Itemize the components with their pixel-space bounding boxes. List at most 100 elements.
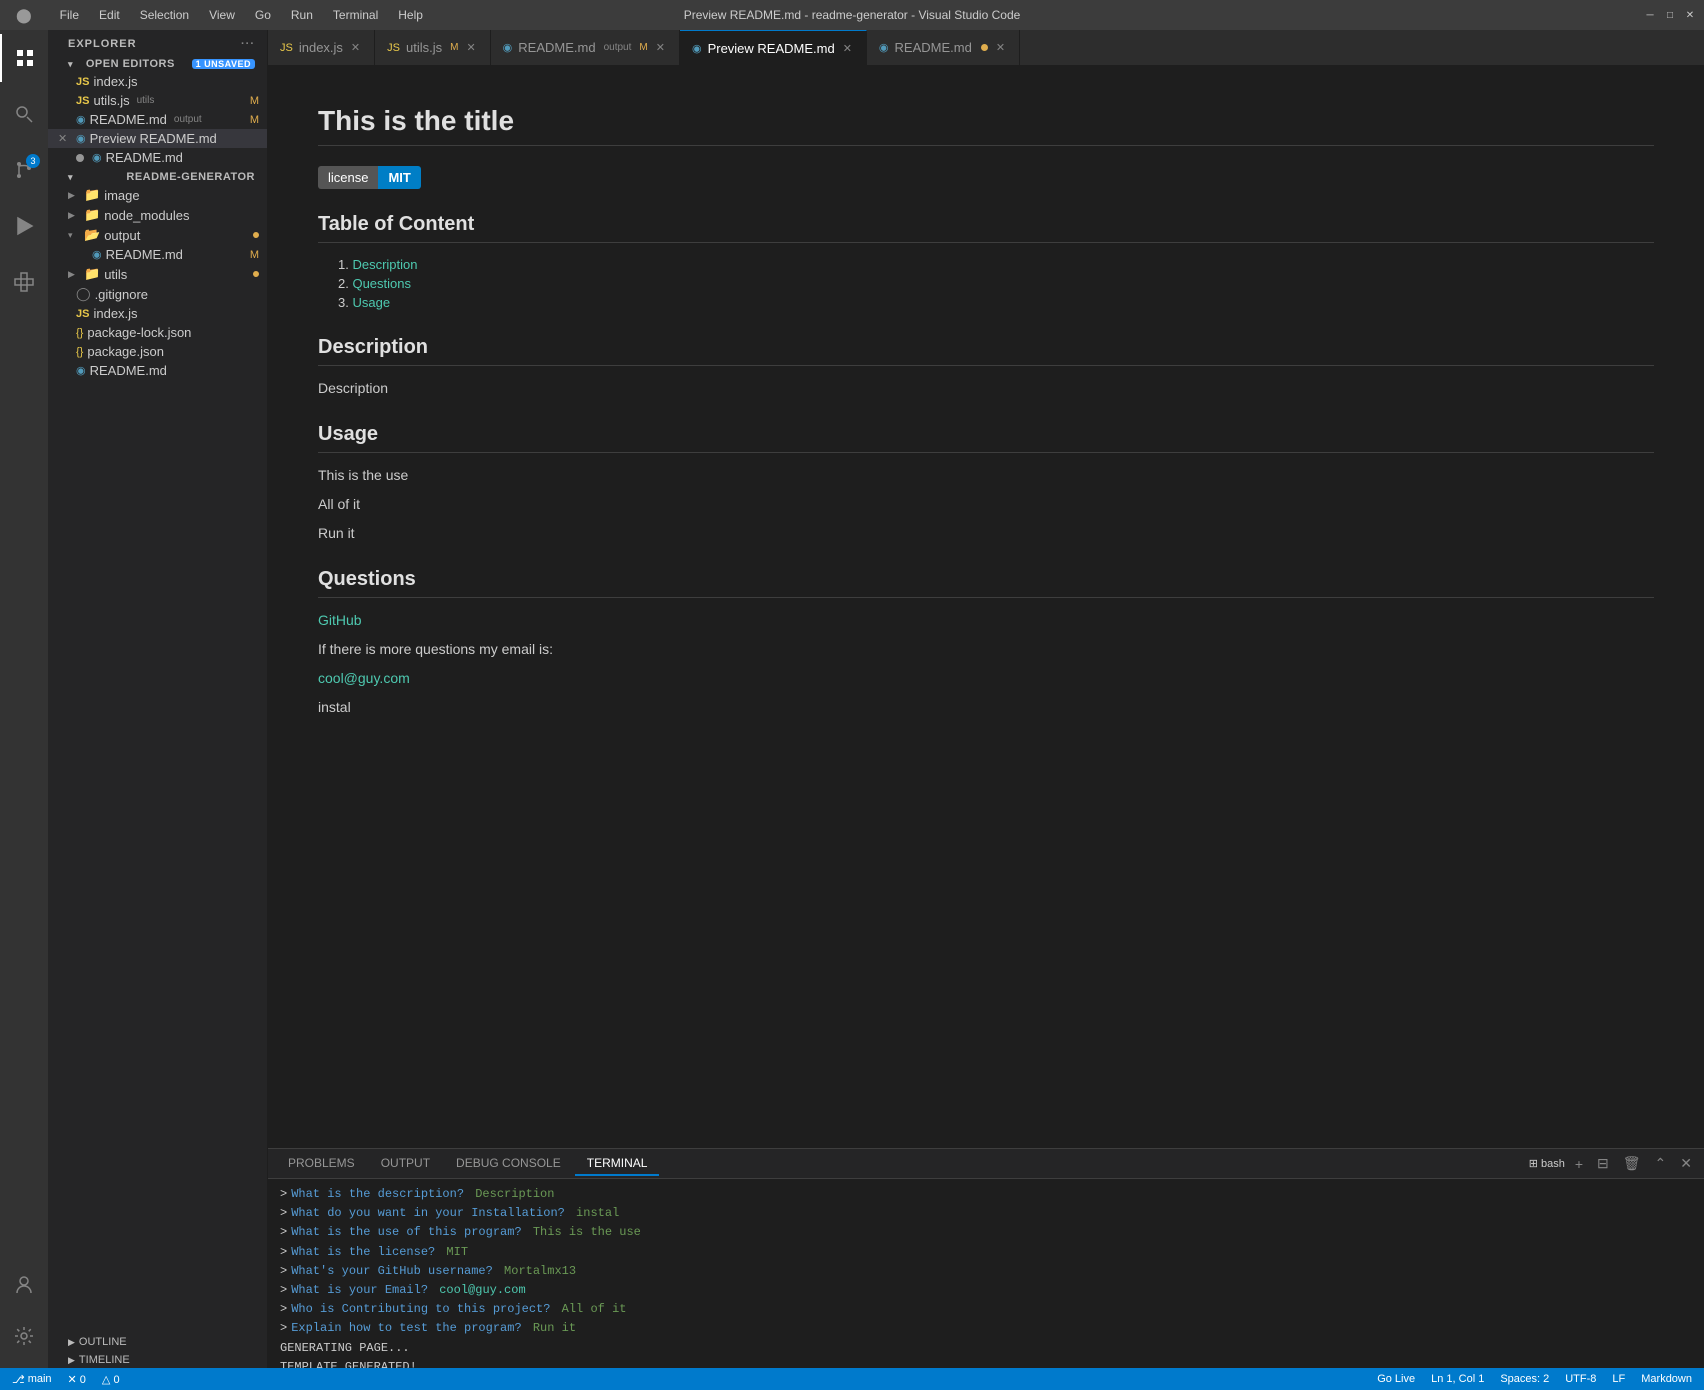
menu-run[interactable]: Run — [283, 6, 321, 24]
file-indexjs[interactable]: JS index.js — [48, 304, 267, 323]
go-live-label: Go Live — [1377, 1373, 1415, 1385]
tab-terminal[interactable]: TERMINAL — [575, 1152, 660, 1176]
open-editor-indexjs[interactable]: JS index.js — [48, 72, 267, 91]
outline-section[interactable]: ▶ OUTLINE — [48, 1332, 267, 1350]
tab-close-button[interactable]: ✕ — [464, 40, 477, 55]
project-section[interactable]: ▾ README-GENERATOR — [48, 167, 267, 185]
folder-open-arrow-icon: ▾ — [68, 230, 78, 241]
menu-file[interactable]: File — [52, 6, 87, 24]
folder-image[interactable]: ▶ 📁 image — [48, 185, 267, 205]
tab-close-button[interactable]: ✕ — [841, 41, 854, 56]
term-prompt: > — [280, 1185, 287, 1204]
close-icon[interactable]: ✕ — [58, 132, 67, 145]
activity-debug-icon[interactable] — [0, 202, 48, 250]
description-heading: Description — [318, 336, 1654, 366]
tab-modified-dot — [981, 44, 988, 51]
toc-item-2[interactable]: Questions — [338, 274, 1654, 293]
sidebar-header: Explorer ··· — [48, 30, 267, 54]
language-label: Markdown — [1641, 1373, 1692, 1385]
open-editors-section[interactable]: ▾ OPEN EDITORS 1 UNSAVED — [48, 54, 267, 72]
status-right: Go Live Ln 1, Col 1 Spaces: 2 UTF-8 LF M… — [1373, 1373, 1696, 1385]
js-icon: JS — [76, 76, 89, 88]
menu-view[interactable]: View — [201, 6, 243, 24]
tab-readmemd-output[interactable]: ◉ README.md output M ✕ — [491, 30, 680, 65]
term-email-answer: cool@guy.com — [432, 1281, 526, 1300]
maximize-panel-button[interactable]: ⌃ — [1651, 1153, 1671, 1174]
term-answer: Mortalmx13 — [497, 1262, 576, 1281]
status-language[interactable]: Markdown — [1637, 1373, 1696, 1385]
tab-problems[interactable]: PROBLEMS — [276, 1152, 367, 1176]
maximize-button[interactable]: □ — [1664, 9, 1676, 21]
source-control-badge: 3 — [26, 154, 40, 168]
tab-readmemd-dot[interactable]: ◉ README.md ✕ — [867, 30, 1020, 65]
tab-close-button[interactable]: ✕ — [994, 40, 1007, 55]
open-editor-readmemd[interactable]: ◉ README.md output M — [48, 110, 267, 129]
open-editor-utilsjs[interactable]: JS utils.js utils M — [48, 91, 267, 110]
vscode-logo-icon: ⬤ — [8, 5, 40, 26]
status-go-live[interactable]: Go Live — [1373, 1373, 1419, 1385]
tab-close-button[interactable]: ✕ — [654, 40, 667, 55]
file-gitignore[interactable]: ◯ .gitignore — [48, 284, 267, 304]
file-readmemd[interactable]: ◉ README.md — [48, 361, 267, 380]
sidebar-title: Explorer — [68, 38, 137, 50]
folder-node-modules[interactable]: ▶ 📁 node_modules — [48, 205, 267, 225]
status-warnings[interactable]: △ 0 — [98, 1373, 124, 1386]
split-terminal-button[interactable]: ⊟ — [1593, 1153, 1613, 1174]
open-editor-preview-readmemd[interactable]: ✕ ◉ Preview README.md — [48, 129, 267, 148]
trash-terminal-button[interactable]: 🗑 — [1619, 1153, 1645, 1174]
status-errors[interactable]: ✕ 0 — [64, 1373, 90, 1386]
term-prompt: > — [280, 1319, 287, 1338]
status-ln-col[interactable]: Ln 1, Col 1 — [1427, 1373, 1488, 1385]
menu-terminal[interactable]: Terminal — [325, 6, 386, 24]
email-link[interactable]: cool@guy.com — [318, 670, 410, 686]
tab-debug-console[interactable]: DEBUG CONSOLE — [444, 1152, 573, 1176]
status-eol[interactable]: LF — [1608, 1373, 1629, 1385]
term-prompt: > — [280, 1223, 287, 1242]
file-package-lock[interactable]: {} package-lock.json — [48, 323, 267, 342]
terminal-line: > What is the description? Description — [280, 1185, 1692, 1204]
folder-utils[interactable]: ▶ 📁 utils — [48, 264, 267, 284]
term-generated: TEMPLATE GENERATED! — [280, 1358, 417, 1368]
tab-utilsjs[interactable]: JS utils.js M ✕ — [375, 30, 491, 65]
toc-link-questions[interactable]: Questions — [352, 276, 411, 291]
minimize-button[interactable]: ─ — [1644, 9, 1656, 21]
tab-output[interactable]: OUTPUT — [369, 1152, 442, 1176]
activity-settings-icon[interactable] — [0, 1312, 48, 1360]
activity-extensions-icon[interactable] — [0, 258, 48, 306]
status-branch[interactable]: ⎇ main — [8, 1373, 56, 1386]
close-button[interactable]: ✕ — [1684, 9, 1696, 21]
timeline-section[interactable]: ▶ TIMELINE — [48, 1350, 267, 1368]
terminal-line: > Explain how to test the program? Run i… — [280, 1319, 1692, 1338]
tab-preview-readmemd[interactable]: ◉ Preview README.md ✕ — [680, 30, 867, 65]
activity-source-control-icon[interactable]: 3 — [0, 146, 48, 194]
usage-heading: Usage — [318, 423, 1654, 453]
close-panel-button[interactable]: ✕ — [1676, 1153, 1696, 1174]
tab-indexjs[interactable]: JS index.js ✕ — [268, 30, 375, 65]
toc-link-usage[interactable]: Usage — [352, 295, 390, 310]
file-package-json[interactable]: {} package.json — [48, 342, 267, 361]
activity-search-icon[interactable] — [0, 90, 48, 138]
menu-edit[interactable]: Edit — [91, 6, 128, 24]
menu-go[interactable]: Go — [247, 6, 279, 24]
terminal-content[interactable]: > What is the description? Description >… — [268, 1179, 1704, 1368]
activity-explorer-icon[interactable] — [0, 34, 48, 82]
toc-item-3[interactable]: Usage — [338, 293, 1654, 312]
main-container: 3 Explorer ··· ▾ OPEN EDITORS 1 UNSAVED — [0, 30, 1704, 1368]
open-editor-readme2[interactable]: ◉ README.md — [48, 148, 267, 167]
status-spaces[interactable]: Spaces: 2 — [1496, 1373, 1553, 1385]
tab-close-button[interactable]: ✕ — [349, 40, 362, 55]
menu-selection[interactable]: Selection — [132, 6, 197, 24]
folder-output[interactable]: ▾ 📂 output — [48, 225, 267, 245]
github-link[interactable]: GitHub — [318, 612, 362, 628]
sidebar-more-icon[interactable]: ··· — [241, 38, 255, 50]
file-output-readmemd[interactable]: ◉ README.md M — [48, 245, 267, 264]
toc-link-description[interactable]: Description — [352, 257, 417, 272]
menu-bar: ⬤ File Edit Selection View Go Run Termin… — [8, 5, 431, 26]
add-terminal-button[interactable]: + — [1571, 1154, 1587, 1174]
outline-label: OUTLINE — [79, 1336, 127, 1348]
menu-help[interactable]: Help — [390, 6, 431, 24]
toc-item-1[interactable]: Description — [338, 255, 1654, 274]
unsaved-badge: 1 UNSAVED — [192, 59, 255, 69]
status-encoding[interactable]: UTF-8 — [1561, 1373, 1600, 1385]
activity-account-icon[interactable] — [0, 1260, 48, 1308]
